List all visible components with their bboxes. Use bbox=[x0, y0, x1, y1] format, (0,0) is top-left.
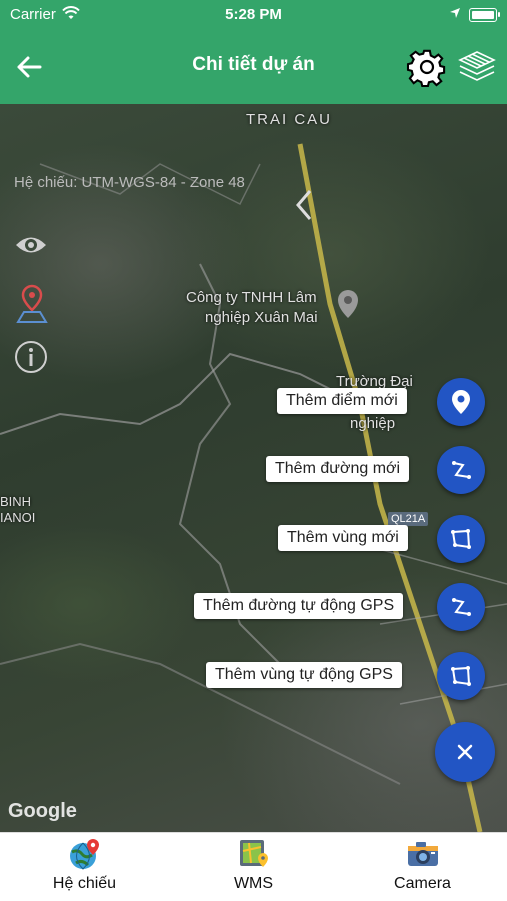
info-icon bbox=[15, 341, 47, 373]
add-gps-area-label[interactable]: Thêm vùng tự động GPS bbox=[206, 662, 402, 688]
place-label: Công ty TNHH Lâm bbox=[186, 289, 317, 306]
map-pin-icon bbox=[16, 284, 48, 323]
place-label: TRAI CAU bbox=[246, 111, 333, 128]
place-label: nghiệp bbox=[350, 415, 396, 432]
collapse-chevron-button[interactable] bbox=[292, 188, 316, 222]
clock: 5:28 PM bbox=[225, 6, 282, 23]
place-label: IANOI bbox=[0, 510, 36, 525]
poi-pin-icon bbox=[336, 288, 360, 325]
location-pin-icon bbox=[452, 390, 470, 414]
camera-icon bbox=[407, 842, 438, 866]
layers-icon bbox=[458, 51, 496, 81]
polygon-icon bbox=[451, 529, 471, 549]
chevron-left-icon bbox=[296, 190, 312, 220]
project-location-button[interactable] bbox=[14, 284, 50, 324]
add-gps-line-label[interactable]: Thêm đường tự động GPS bbox=[194, 593, 404, 619]
tab-wms[interactable]: WMS bbox=[169, 837, 338, 893]
settings-button[interactable] bbox=[406, 46, 448, 88]
tab-label: Camera bbox=[394, 875, 451, 892]
add-point-button[interactable] bbox=[437, 378, 485, 426]
add-area-button[interactable] bbox=[437, 515, 485, 563]
add-line-button[interactable] bbox=[437, 446, 485, 494]
tab-label: Hệ chiếu bbox=[52, 875, 117, 892]
status-bar: Carrier 5:28 PM bbox=[0, 0, 507, 30]
add-gps-line-button[interactable] bbox=[437, 583, 485, 631]
coordinate-system-label: Hệ chiếu: UTM-WGS-84 - Zone 48 bbox=[14, 174, 245, 191]
place-label: nghiệp Xuân Mai bbox=[205, 309, 318, 326]
tab-bar: Hệ chiếu WMS Camera bbox=[0, 832, 507, 901]
eye-icon bbox=[16, 237, 46, 253]
close-menu-button[interactable] bbox=[435, 722, 495, 782]
road-shield: QL21A bbox=[388, 512, 429, 526]
battery-icon bbox=[469, 8, 500, 22]
map-view[interactable]: TRAI CAU Hệ chiếu: UTM-WGS-84 - Zone 48 … bbox=[0, 104, 507, 832]
map-layers-icon bbox=[239, 840, 268, 867]
add-gps-area-button[interactable] bbox=[437, 652, 485, 700]
visibility-toggle-button[interactable] bbox=[14, 232, 48, 258]
tab-projection[interactable]: Hệ chiếu bbox=[0, 837, 169, 893]
location-arrow-icon bbox=[449, 6, 461, 23]
polygon-icon bbox=[451, 666, 471, 686]
info-button[interactable] bbox=[14, 340, 48, 374]
add-line-label[interactable]: Thêm đường mới bbox=[266, 456, 410, 482]
layers-button[interactable] bbox=[456, 46, 498, 88]
add-point-label[interactable]: Thêm điểm mới bbox=[277, 388, 407, 414]
polyline-icon bbox=[452, 598, 471, 616]
tab-camera[interactable]: Camera bbox=[338, 837, 507, 893]
close-icon bbox=[457, 744, 473, 760]
gear-icon bbox=[406, 49, 446, 88]
map-roads bbox=[0, 143, 507, 832]
add-area-label[interactable]: Thêm vùng mới bbox=[278, 525, 408, 551]
globe-pin-icon bbox=[69, 839, 99, 870]
google-logo: Google bbox=[8, 800, 77, 822]
tab-label: WMS bbox=[233, 875, 274, 892]
navigation-bar: Chi tiết dự án bbox=[0, 30, 507, 104]
polyline-icon bbox=[452, 461, 471, 479]
